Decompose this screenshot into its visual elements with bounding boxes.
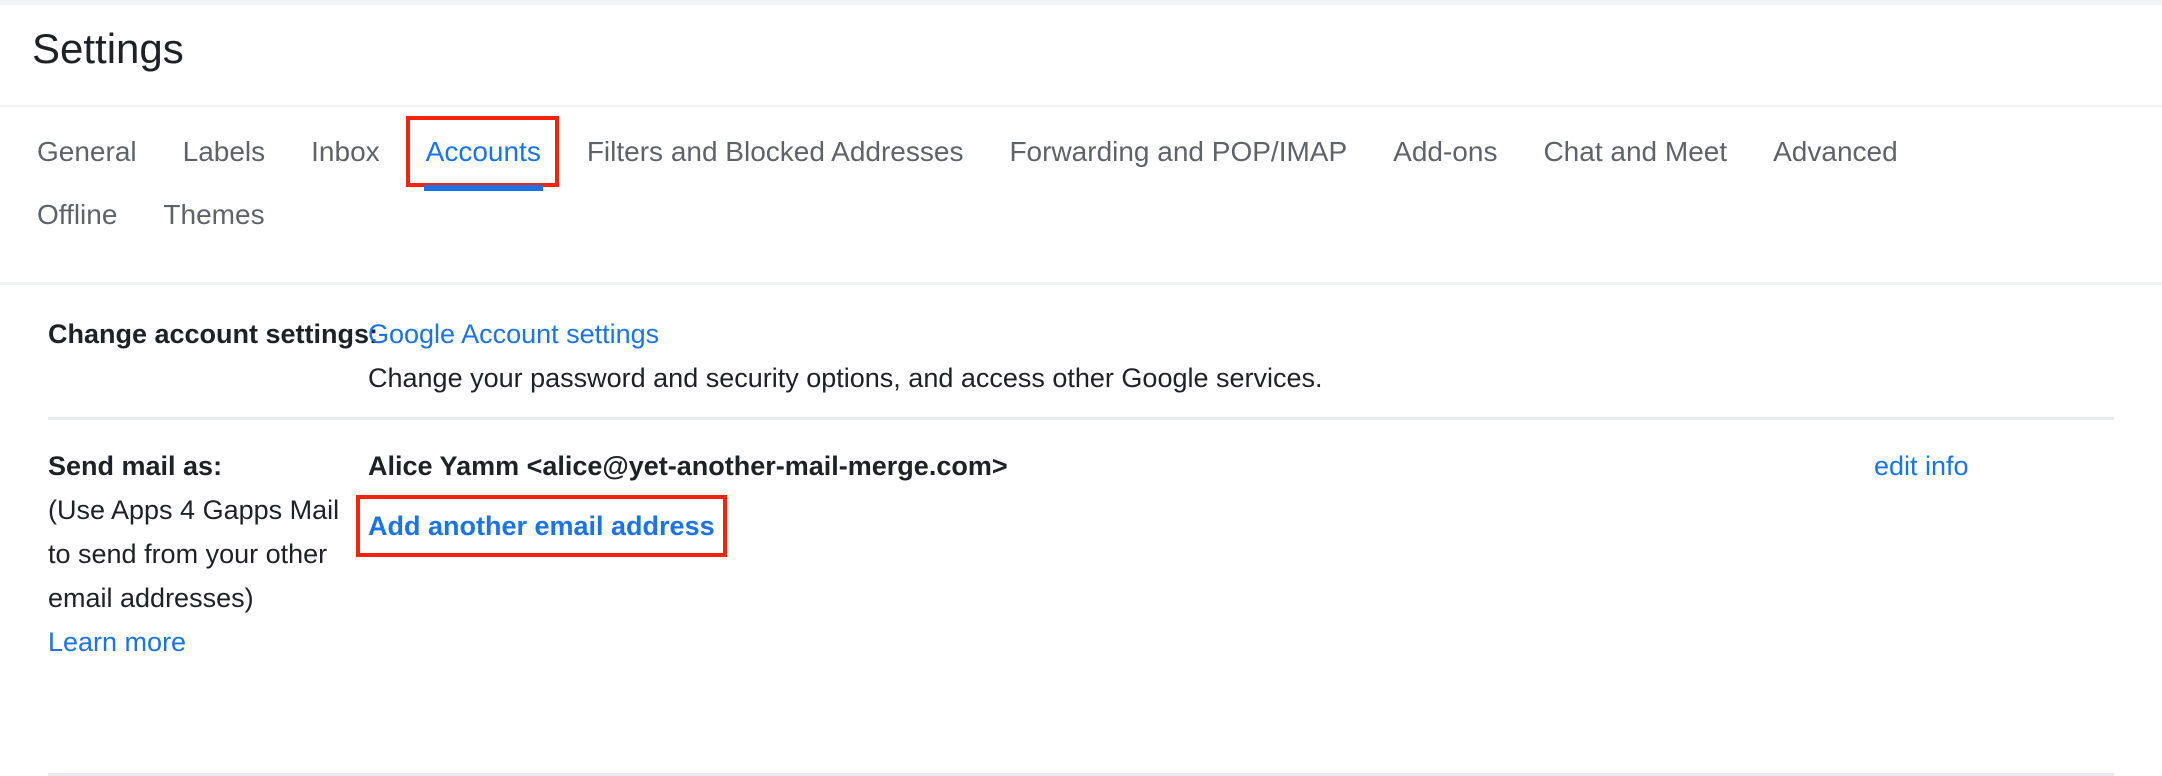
page-title: Settings xyxy=(32,25,184,72)
tab-forwarding-and-pop-imap[interactable]: Forwarding and POP/IMAP xyxy=(1007,129,1349,175)
tab-label: Accounts xyxy=(425,136,541,167)
change-account-label-column: Change account settings: xyxy=(48,312,378,356)
tab-label: Offline xyxy=(37,199,118,230)
send-mail-as-label-column: Send mail as: (Use Apps 4 Gapps Mail to … xyxy=(48,444,368,664)
change-account-label: Change account settings: xyxy=(48,319,379,349)
settings-header: Settings xyxy=(0,5,2162,105)
tab-accounts[interactable]: Accounts xyxy=(405,116,560,191)
row-send-mail-as: Send mail as: (Use Apps 4 Gapps Mail to … xyxy=(0,417,2162,776)
mail-identity-primary: Alice Yamm <alice@yet-another-mail-merge… xyxy=(368,451,1008,481)
send-mail-as-main-column: Alice Yamm <alice@yet-another-mail-merge… xyxy=(356,444,1856,557)
learn-more-link[interactable]: Learn more xyxy=(48,620,186,664)
tab-themes[interactable]: Themes xyxy=(161,192,266,238)
tab-label: Forwarding and POP/IMAP xyxy=(1009,136,1348,167)
tab-chat-and-meet[interactable]: Chat and Meet xyxy=(1541,129,1729,175)
send-mail-as-label: Send mail as: xyxy=(48,451,223,481)
tab-general[interactable]: General xyxy=(35,129,139,175)
settings-content: Change account settings: Google Account … xyxy=(0,285,2162,776)
tab-add-ons[interactable]: Add-ons xyxy=(1391,129,1499,175)
add-another-email-address-highlight: Add another email address xyxy=(356,495,727,557)
tab-label: Add-ons xyxy=(1393,136,1498,167)
tab-label: Inbox xyxy=(311,136,380,167)
change-account-description: Change your password and security option… xyxy=(368,363,1323,393)
tab-active-underline xyxy=(423,185,543,191)
send-mail-as-note: (Use Apps 4 Gapps Mail to send from your… xyxy=(48,495,340,613)
tab-labels[interactable]: Labels xyxy=(181,129,268,175)
change-account-main-column: Google Account settings Change your pass… xyxy=(368,312,2114,400)
tab-filters-and-blocked-addresses[interactable]: Filters and Blocked Addresses xyxy=(585,129,966,175)
tab-row-primary: General Labels Inbox Accounts Filters and Bl… xyxy=(35,116,1900,191)
tab-label: Labels xyxy=(182,136,266,167)
tab-advanced[interactable]: Advanced xyxy=(1771,129,1900,175)
tab-label: Chat and Meet xyxy=(1543,136,1728,167)
google-account-settings-link[interactable]: Google Account settings xyxy=(368,312,659,356)
tab-label: General xyxy=(37,136,137,167)
tab-offline[interactable]: Offline xyxy=(35,192,119,238)
send-mail-as-actions-column: edit info xyxy=(1856,444,2114,488)
settings-tabs: General Labels Inbox Accounts Filters and Bl… xyxy=(0,107,2162,282)
settings-page: Settings General Labels Inbox Accounts Filte… xyxy=(0,0,2162,776)
add-another-email-address-link[interactable]: Add another email address xyxy=(368,504,715,548)
tab-label: Filters and Blocked Addresses xyxy=(586,136,964,167)
tab-label: Themes xyxy=(163,199,265,230)
edit-info-link[interactable]: edit info xyxy=(1874,451,1969,481)
row-change-account-settings: Change account settings: Google Account … xyxy=(0,285,2162,420)
tab-row-secondary: Offline Themes xyxy=(35,192,267,238)
tab-inbox[interactable]: Inbox xyxy=(309,129,382,175)
tab-label: Advanced xyxy=(1773,136,1898,167)
